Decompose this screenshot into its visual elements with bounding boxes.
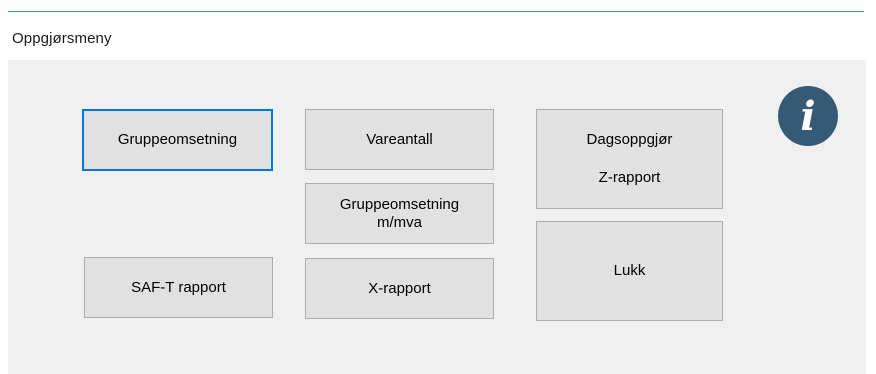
gruppeomsetning-mva-button[interactable]: Gruppeomsetning m/mva [305, 183, 494, 244]
saft-rapport-button[interactable]: SAF-T rapport [84, 257, 273, 318]
x-rapport-button[interactable]: X-rapport [305, 258, 494, 319]
window-title: Oppgjørsmeny [12, 30, 112, 47]
gruppeomsetning-mva-label-line1: Gruppeomsetning [339, 195, 460, 213]
info-icon[interactable]: i [777, 85, 839, 147]
gruppeomsetning-mva-label-line2: m/mva [377, 213, 422, 231]
z-rapport-label: Z-rapport [598, 169, 661, 186]
dagsoppgjor-z-rapport-button[interactable]: Dagsoppgjør Z-rapport [536, 109, 723, 209]
x-rapport-label: X-rapport [368, 279, 431, 297]
title-divider [8, 11, 864, 12]
settlement-menu-window: Oppgjørsmeny Gruppeomsetning Vareantall … [0, 0, 876, 374]
gruppeomsetning-label: Gruppeomsetning [117, 131, 238, 148]
lukk-button[interactable]: Lukk [536, 221, 723, 321]
info-glyph: i [800, 93, 815, 140]
vareantall-button[interactable]: Vareantall [305, 109, 494, 170]
dagsoppgjor-label: Dagsoppgjør [586, 131, 673, 148]
lukk-label: Lukk [613, 262, 646, 279]
gruppeomsetning-button[interactable]: Gruppeomsetning [82, 109, 273, 171]
vareantall-label: Vareantall [366, 130, 433, 148]
saft-rapport-label: SAF-T rapport [131, 278, 226, 296]
